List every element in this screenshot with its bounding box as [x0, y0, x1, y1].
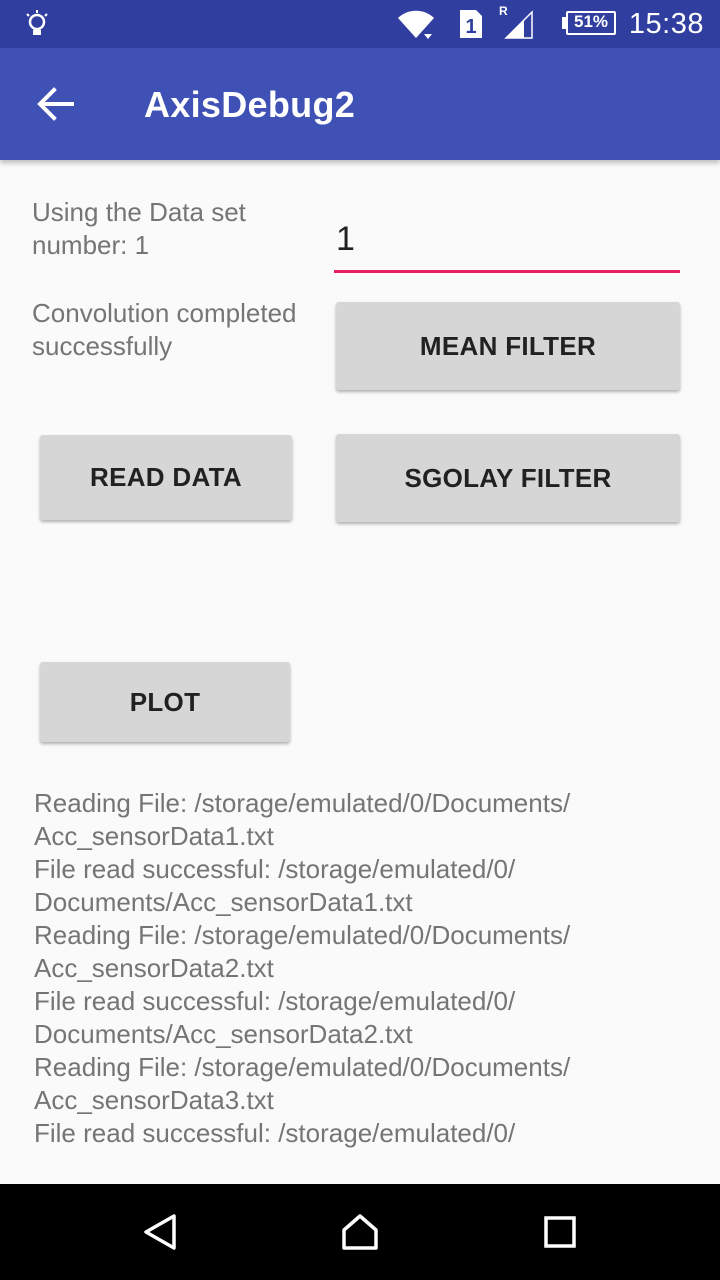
svg-text:1: 1: [465, 16, 476, 38]
log-line: Reading File: /storage/emulated/0/Docume…: [34, 788, 571, 818]
plot-button[interactable]: PLOT: [40, 662, 290, 742]
arrow-back-icon[interactable]: [36, 84, 76, 124]
log-line: Documents/Acc_sensorData1.txt: [34, 887, 413, 917]
status-bar: 1 R 51% 15:38: [0, 0, 720, 48]
home-icon[interactable]: [340, 1212, 380, 1252]
battery-nub: [562, 17, 566, 29]
convolution-status: Convolution completed successfully: [32, 298, 297, 361]
mean-filter-button[interactable]: MEAN FILTER: [336, 302, 680, 390]
log-line: Acc_sensorData2.txt: [34, 953, 274, 983]
read-data-button[interactable]: READ DATA: [40, 435, 292, 520]
main-content: Using the Data set number: 1 Convolution…: [0, 160, 720, 1184]
log-line: Acc_sensorData3.txt: [34, 1085, 274, 1115]
status-time: 15:38: [628, 8, 704, 40]
battery-percent: 51%: [573, 12, 609, 31]
log-line: File read successful: /storage/emulated/…: [34, 986, 516, 1016]
wifi-icon: [398, 10, 434, 39]
navigation-bar: [0, 1184, 720, 1280]
log-line: File read successful: /storage/emulated/…: [34, 1118, 516, 1148]
sgolay-filter-button[interactable]: SGOLAY FILTER: [336, 434, 680, 522]
log-line: File read successful: /storage/emulated/…: [34, 854, 516, 884]
log-line: Documents/Acc_sensorData2.txt: [34, 1019, 413, 1049]
log-line: Reading File: /storage/emulated/0/Docume…: [34, 1052, 571, 1082]
dataset-input[interactable]: [334, 220, 682, 259]
log-line: Reading File: /storage/emulated/0/Docume…: [34, 920, 571, 950]
dataset-label: Using the Data set number: 1: [32, 197, 246, 260]
back-triangle-icon[interactable]: [140, 1212, 180, 1252]
log-output: Reading File: /storage/emulated/0/Docume…: [34, 787, 654, 1150]
log-line: Acc_sensorData1.txt: [34, 821, 274, 851]
battery-icon: 51%: [566, 11, 616, 35]
app-title: AxisDebug2: [144, 84, 356, 125]
sim-icon: 1: [460, 10, 482, 38]
app-bar: AxisDebug2: [0, 48, 720, 160]
dataset-field[interactable]: [334, 216, 682, 273]
signal-icon: [504, 10, 533, 39]
lightbulb-icon: [26, 10, 48, 35]
recents-icon[interactable]: [540, 1212, 580, 1252]
